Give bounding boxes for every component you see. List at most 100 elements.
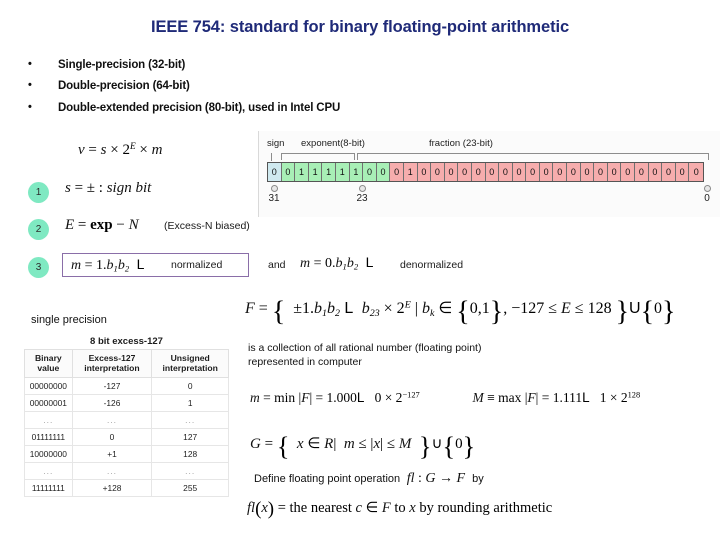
denormalized-mantissa-equation: m = 0.b1b2 L	[300, 254, 374, 272]
bit-cell-fraction: 0	[539, 163, 554, 181]
bullet-list: • Single-precision (32-bit) • Double-pre…	[28, 58, 528, 122]
table-cell: 0	[151, 376, 229, 395]
table-cell: ...	[151, 410, 229, 429]
set-f-equation: F = { ±1.b1b2 L b23 × 2E | bk ∈ {0,1}, −…	[245, 296, 676, 328]
bullet-text: Double-extended precision (80-bit), used…	[58, 101, 341, 114]
description-text: is a collection of all rational number (…	[248, 341, 481, 369]
table-cell: ...	[71, 461, 153, 480]
bit-cell-exponent: 0	[376, 163, 391, 181]
table-row: 00000001 -126 1	[24, 393, 229, 412]
fl-map-equation: fl : G → F	[406, 471, 466, 486]
bullet-text: Single-precision (32-bit)	[58, 59, 186, 71]
bit-cell-fraction: 0	[594, 163, 608, 181]
exponent-equation: E = exp − N	[65, 217, 139, 233]
fl-definition-equation: fl(x) = the nearest c ∈ F to x by roundi…	[247, 498, 553, 520]
and-connector-label: and	[268, 259, 286, 271]
table-cell: +128	[71, 478, 153, 497]
min-max-equations: m = min |F| = 1.000L 0 × 2−127 M ≡ max |…	[250, 390, 640, 406]
table-cell: 255	[151, 478, 229, 497]
table-cell: -127	[71, 376, 153, 395]
step-badge-1: 1	[28, 182, 49, 203]
description-line-1: is a collection of all rational number (…	[248, 342, 482, 354]
bit-cell-fraction: 0	[567, 163, 581, 181]
set-g-equation: G = { x ∈ R| m ≤ |x| ≤ M }∪{0}	[250, 432, 476, 462]
table-cell: -126	[71, 393, 153, 412]
bit-cell-fraction: 0	[444, 163, 459, 181]
list-item: • Single-precision (32-bit)	[28, 58, 528, 72]
bit-cell-fraction: 0	[499, 163, 513, 181]
table-cell: 128	[151, 444, 229, 463]
table-cell: 1	[151, 393, 229, 412]
column-header-binary: Binary value	[24, 349, 73, 378]
bit-cell-fraction: 0	[662, 163, 676, 181]
bit-cells-row: 00111110001000000000000000000000	[267, 162, 704, 182]
excess-n-note: (Excess-N biased)	[164, 220, 250, 232]
bitfield-fraction-label: fraction (23-bit)	[429, 138, 493, 149]
table-cell: ...	[151, 461, 229, 480]
bitfield-diagram: sign exponent(8-bit) fraction (23-bit) 0…	[258, 131, 720, 217]
excess-127-table: Binary value Excess-127 interpretation U…	[24, 349, 229, 497]
table-row: 01111111 0 127	[24, 427, 229, 446]
table-caption: 8 bit excess-127	[90, 336, 163, 347]
table-cell: 0	[71, 427, 153, 446]
bit-index-31: 31	[264, 185, 284, 204]
index-dot-icon	[703, 185, 711, 192]
bit-cell-fraction: 0	[689, 163, 703, 181]
step-badge-2: 2	[28, 219, 49, 240]
bit-cell-fraction: 0	[431, 163, 445, 181]
bit-cell-fraction: 0	[417, 163, 432, 181]
bit-cell-fraction: 0	[607, 163, 622, 181]
bit-cell-exponent: 1	[308, 163, 323, 181]
table-row: .........	[24, 461, 229, 480]
denormalized-label: denormalized	[400, 259, 464, 271]
bit-cell-fraction: 0	[471, 163, 486, 181]
bit-cell-fraction: 0	[458, 163, 472, 181]
table-row: 00000000 -127 0	[24, 376, 229, 395]
single-precision-label: single precision	[31, 314, 107, 326]
bit-cell-fraction: 0	[675, 163, 690, 181]
bit-cell-exponent: 0	[281, 163, 296, 181]
table-cell: ...	[24, 410, 73, 429]
table-cell: 01111111	[24, 427, 73, 446]
index-dot-icon	[358, 185, 366, 192]
bit-cell-fraction: 0	[485, 163, 500, 181]
bit-cell-exponent: 1	[349, 163, 364, 181]
list-item: • Double-precision (64-bit)	[28, 79, 528, 93]
table-row: 11111111 +128 255	[24, 478, 229, 497]
step-badge-3: 3	[28, 257, 49, 278]
normalized-label: normalized	[171, 259, 223, 271]
max-f-equation: M ≡ max |F| = 1.111L 1 × 2128	[472, 390, 641, 405]
value-equation: v = s × 2E × m	[78, 142, 163, 159]
table-cell: ...	[71, 410, 153, 429]
index-dot-icon	[270, 185, 278, 192]
sign-equation: s = ± : sign bit	[65, 180, 152, 196]
define-operation-line: Define floating point operation fl : G →…	[254, 471, 484, 487]
bit-cell-exponent: 1	[322, 163, 336, 181]
bit-cell-fraction: 0	[648, 163, 663, 181]
bit-cell-fraction: 0	[621, 163, 636, 181]
fraction-bracket-icon	[357, 153, 709, 160]
column-header-excess: Excess-127 interpretation	[71, 349, 153, 378]
bit-cell-fraction: 1	[403, 163, 418, 181]
min-f-equation: m = min |F| = 1.000L 0 × 2−127	[250, 390, 420, 405]
bit-cell-fraction: 0	[553, 163, 568, 181]
bit-cell-sign: 0	[268, 163, 282, 181]
table-row: 10000000 +1 128	[24, 444, 229, 463]
table-cell: 00000000	[24, 376, 73, 395]
bit-cell-fraction: 0	[390, 163, 404, 181]
bit-cell-fraction: 0	[526, 163, 540, 181]
sign-bracket-icon	[271, 153, 273, 161]
bit-index-0: 0	[697, 185, 717, 204]
table-cell: 00000001	[24, 393, 73, 412]
bit-index-23-label: 23	[356, 193, 368, 204]
define-suffix-text: by	[472, 473, 484, 485]
bit-index-31-label: 31	[268, 193, 280, 204]
bit-cell-exponent: 0	[363, 163, 377, 181]
bit-cell-exponent: 1	[335, 163, 350, 181]
bit-index-0-label: 0	[704, 193, 710, 204]
bullet-marker-icon: •	[28, 79, 32, 92]
description-line-2: represented in computer	[248, 356, 362, 369]
table-cell: 127	[151, 427, 229, 446]
exponent-bracket-icon	[281, 153, 355, 160]
normalized-mantissa-box: m = 1.b1b2 L normalized	[62, 253, 249, 277]
